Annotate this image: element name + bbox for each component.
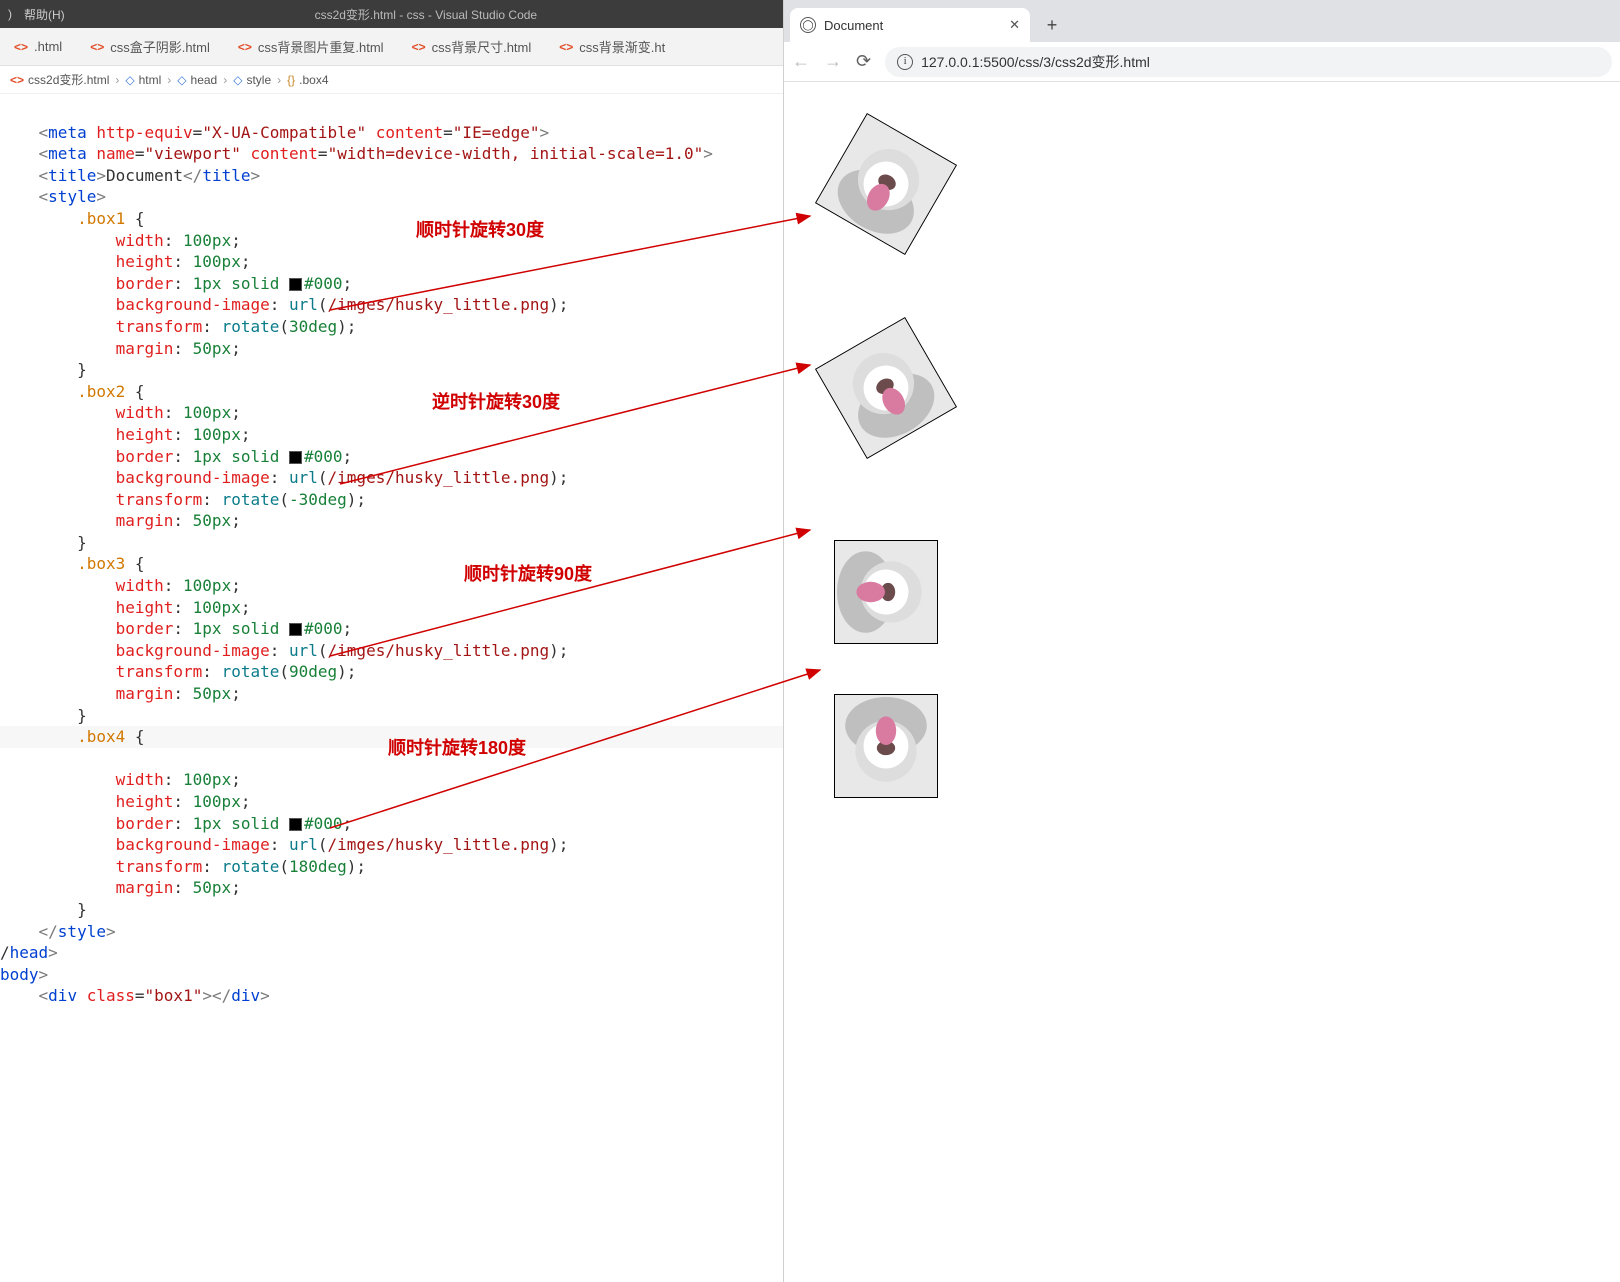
html-file-icon: <>: [238, 40, 252, 54]
site-info-icon[interactable]: i: [897, 54, 913, 70]
back-icon[interactable]: ←: [792, 51, 810, 72]
close-icon[interactable]: ✕: [1009, 17, 1020, 33]
editor-tab[interactable]: <> css盒子阴影.html: [76, 28, 224, 65]
rendered-page: [784, 82, 1620, 1282]
tab-label: css背景图片重复.html: [258, 37, 384, 56]
box1-preview: [815, 113, 957, 255]
editor-tabs: <>.html <>css盒子阴影.html <>css背景图片重复.html …: [0, 28, 783, 66]
element-icon: ◇: [233, 73, 242, 87]
menu-more[interactable]: ): [8, 7, 12, 21]
annotation-label: 顺时针旋转90度: [464, 564, 592, 586]
annotation-label: 顺时针旋转180度: [388, 738, 526, 760]
address-bar[interactable]: i 127.0.0.1:5500/css/3/css2d变形.html: [885, 47, 1612, 77]
new-tab-button[interactable]: +: [1038, 11, 1066, 39]
breadcrumb[interactable]: <> css2d变形.html› ◇html› ◇head› ◇style› {…: [0, 66, 783, 94]
color-swatch: [289, 818, 302, 831]
html-file-icon: <>: [14, 40, 28, 54]
tab-label: .html: [34, 39, 62, 54]
url-text: 127.0.0.1:5500/css/3/css2d变形.html: [921, 52, 1150, 72]
breadcrumb-item[interactable]: .box4: [299, 73, 328, 87]
box4-preview: [834, 694, 938, 798]
chrome-window: ◯ Document ✕ + ← → ⟳ i 127.0.0.1:5500/cs…: [784, 0, 1620, 1282]
vscode-titlebar: ) 帮助(H) css2d变形.html - css - Visual Stud…: [0, 0, 783, 28]
breadcrumb-item[interactable]: html: [139, 73, 162, 87]
husky-image-icon: [816, 114, 955, 253]
class-icon: {}: [287, 73, 295, 87]
color-swatch: [289, 451, 302, 464]
chrome-toolbar: ← → ⟳ i 127.0.0.1:5500/css/3/css2d变形.htm…: [784, 42, 1620, 82]
husky-image-icon: [816, 318, 955, 457]
breadcrumb-item[interactable]: css2d变形.html: [28, 71, 109, 88]
code-editor[interactable]: <meta http-equiv="X-UA-Compatible" conte…: [0, 94, 783, 1282]
editor-tab[interactable]: <> css背景尺寸.html: [398, 28, 546, 65]
favicon-icon: ◯: [800, 17, 816, 33]
color-swatch: [289, 278, 302, 291]
chrome-tab[interactable]: ◯ Document ✕: [790, 8, 1030, 42]
forward-icon[interactable]: →: [824, 51, 842, 72]
html-file-icon: <>: [559, 40, 573, 54]
vscode-window: ) 帮助(H) css2d变形.html - css - Visual Stud…: [0, 0, 784, 1282]
html-file-icon: <>: [10, 73, 24, 87]
editor-tab[interactable]: <> css背景图片重复.html: [224, 28, 398, 65]
editor-tab[interactable]: <> css背景渐变.ht: [545, 28, 679, 65]
tab-label: css背景渐变.ht: [579, 37, 665, 56]
chrome-tabstrip: ◯ Document ✕ +: [784, 0, 1620, 42]
element-icon: ◇: [177, 73, 186, 87]
editor-tab[interactable]: <> .html: [0, 28, 76, 65]
annotation-label: 逆时针旋转30度: [432, 392, 560, 414]
element-icon: ◇: [125, 73, 134, 87]
breadcrumb-item[interactable]: head: [191, 73, 218, 87]
husky-image-icon: [835, 541, 937, 643]
window-title: css2d变形.html - css - Visual Studio Code: [77, 6, 775, 23]
html-file-icon: <>: [412, 40, 426, 54]
breadcrumb-item[interactable]: style: [246, 73, 271, 87]
annotation-label: 顺时针旋转30度: [416, 220, 544, 242]
reload-icon[interactable]: ⟳: [856, 51, 871, 72]
html-file-icon: <>: [90, 40, 104, 54]
husky-image-icon: [835, 695, 937, 797]
chrome-tab-title: Document: [824, 18, 883, 33]
color-swatch: [289, 623, 302, 636]
tab-label: css盒子阴影.html: [110, 37, 210, 56]
box2-preview: [815, 317, 957, 459]
menu-help[interactable]: 帮助(H): [24, 6, 65, 23]
tab-label: css背景尺寸.html: [432, 37, 532, 56]
box3-preview: [834, 540, 938, 644]
